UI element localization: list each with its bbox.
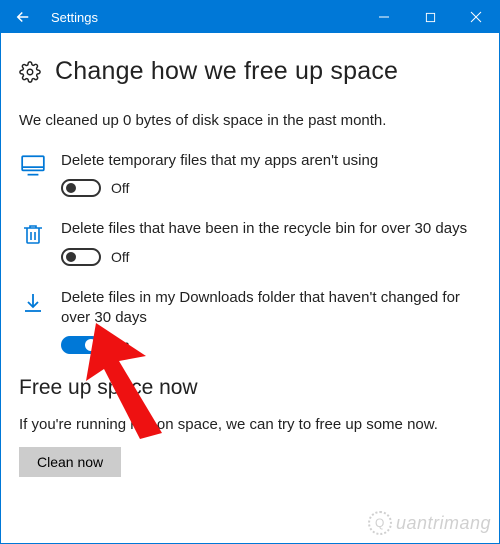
option-temp-files: Delete temporary files that my apps aren… — [19, 151, 481, 197]
minimize-button[interactable] — [361, 1, 407, 33]
toggle-downloads[interactable] — [61, 336, 101, 354]
back-button[interactable] — [1, 1, 45, 33]
download-icon — [19, 290, 47, 316]
watermark: Q uantrimang — [368, 511, 491, 535]
page-header: Change how we free up space — [19, 57, 481, 86]
bulb-icon: Q — [368, 511, 392, 535]
freeup-text: If you're running low on space, we can t… — [19, 416, 481, 433]
content-area: Change how we free up space We cleaned u… — [1, 33, 499, 543]
freeup-heading: Free up space now — [19, 376, 481, 400]
clean-now-button[interactable]: Clean now — [19, 447, 121, 477]
toggle-state-label: Off — [111, 180, 129, 196]
maximize-button[interactable] — [407, 1, 453, 33]
toggle-temp-files[interactable] — [61, 179, 101, 197]
page-title: Change how we free up space — [55, 57, 398, 86]
trash-icon — [19, 221, 47, 247]
window-title: Settings — [45, 10, 361, 25]
option-recycle-bin: Delete files that have been in the recyc… — [19, 219, 481, 265]
settings-window: Settings Change how we free up space W — [0, 0, 500, 544]
gear-icon — [19, 61, 41, 83]
option-label: Delete files that have been in the recyc… — [61, 219, 481, 239]
toggle-state-label: On — [111, 337, 130, 353]
monitor-icon — [19, 153, 47, 179]
option-downloads: Delete files in my Downloads folder that… — [19, 288, 481, 355]
toggle-recycle-bin[interactable] — [61, 248, 101, 266]
titlebar: Settings — [1, 1, 499, 33]
status-text: We cleaned up 0 bytes of disk space in t… — [19, 112, 481, 129]
option-label: Delete temporary files that my apps aren… — [61, 151, 481, 171]
close-button[interactable] — [453, 1, 499, 33]
window-controls — [361, 1, 499, 33]
toggle-state-label: Off — [111, 249, 129, 265]
option-label: Delete files in my Downloads folder that… — [61, 288, 481, 329]
watermark-text: uantrimang — [396, 513, 491, 534]
